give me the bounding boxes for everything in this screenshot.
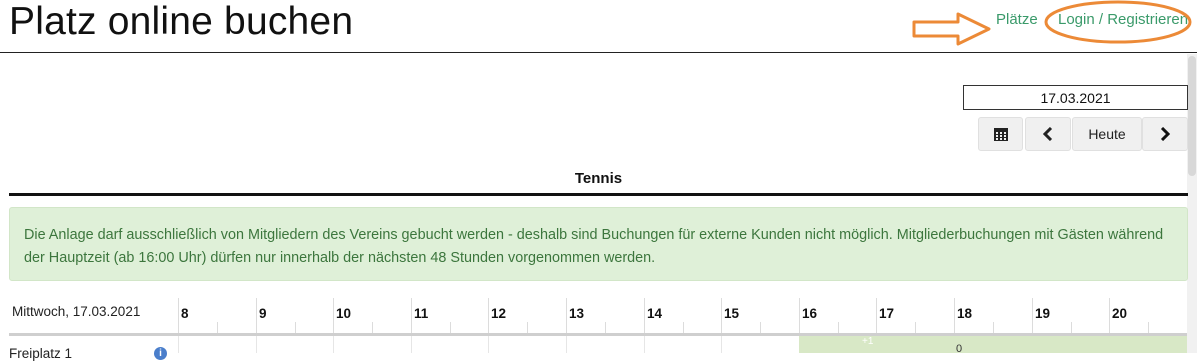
hour-divider bbox=[721, 298, 722, 334]
chevron-right-icon bbox=[1160, 127, 1170, 141]
hour-divider bbox=[644, 298, 645, 334]
next-day-button[interactable] bbox=[1142, 117, 1188, 151]
slot-divider bbox=[644, 336, 645, 353]
previous-day-button[interactable] bbox=[1025, 117, 1071, 151]
court-row[interactable]: +1 0 Freiplatz 1 i bbox=[0, 336, 1187, 361]
hour-divider bbox=[799, 298, 800, 334]
hour-label: 15 bbox=[724, 306, 740, 321]
hour-label: 8 bbox=[181, 306, 189, 321]
hour-label: 9 bbox=[259, 306, 267, 321]
hour-divider bbox=[954, 298, 955, 334]
info-icon[interactable]: i bbox=[154, 347, 167, 360]
slot-divider bbox=[256, 336, 257, 353]
peak-time-zone[interactable] bbox=[799, 336, 1187, 353]
hour-label: 14 bbox=[647, 306, 663, 321]
nav-link-places[interactable]: Plätze bbox=[996, 11, 1038, 28]
hour-label: 10 bbox=[336, 306, 352, 321]
court-name[interactable]: Freiplatz 1 bbox=[9, 346, 72, 361]
hour-divider bbox=[178, 298, 179, 334]
hour-header-row: 8 9 10 11 12 13 14 15 16 17 18 19 20 bbox=[0, 298, 1187, 334]
hour-divider bbox=[411, 298, 412, 334]
peak-marker: +1 bbox=[862, 336, 874, 347]
sport-divider bbox=[9, 193, 1188, 196]
slot-divider bbox=[178, 336, 179, 353]
date-input[interactable] bbox=[963, 85, 1188, 110]
annotation-arrow-icon bbox=[912, 12, 991, 46]
today-button[interactable]: Heute bbox=[1072, 117, 1142, 151]
hour-divider bbox=[1032, 298, 1033, 334]
chevron-left-icon bbox=[1043, 127, 1053, 141]
hour-divider bbox=[566, 298, 567, 334]
hour-label: 17 bbox=[879, 306, 895, 321]
hour-label: 18 bbox=[957, 306, 973, 321]
slot-divider bbox=[333, 336, 334, 353]
scrollbar-thumb[interactable] bbox=[1188, 56, 1196, 176]
sport-heading: Tennis bbox=[574, 170, 623, 187]
hour-divider bbox=[256, 298, 257, 334]
hour-label: 19 bbox=[1035, 306, 1051, 321]
hour-label: 13 bbox=[569, 306, 585, 321]
info-notice: Die Anlage darf ausschließlich von Mitgl… bbox=[9, 207, 1188, 281]
hour-divider bbox=[876, 298, 877, 334]
slot-divider bbox=[566, 336, 567, 353]
slot-divider bbox=[488, 336, 489, 353]
hour-label: 12 bbox=[491, 306, 507, 321]
hour-label: 16 bbox=[802, 306, 818, 321]
header-divider bbox=[0, 52, 1197, 53]
hour-divider bbox=[1109, 298, 1110, 334]
peak-count: 0 bbox=[956, 343, 963, 355]
page-title: Platz online buchen bbox=[9, 0, 354, 43]
hour-divider bbox=[488, 298, 489, 334]
calendar-icon bbox=[993, 128, 1008, 141]
slot-divider bbox=[721, 336, 722, 353]
calendar-button[interactable] bbox=[978, 117, 1023, 151]
hour-label: 11 bbox=[414, 306, 429, 321]
annotation-ellipse bbox=[1044, 0, 1192, 44]
hour-label: 20 bbox=[1112, 306, 1128, 321]
hour-divider bbox=[333, 298, 334, 334]
slot-divider bbox=[411, 336, 412, 353]
